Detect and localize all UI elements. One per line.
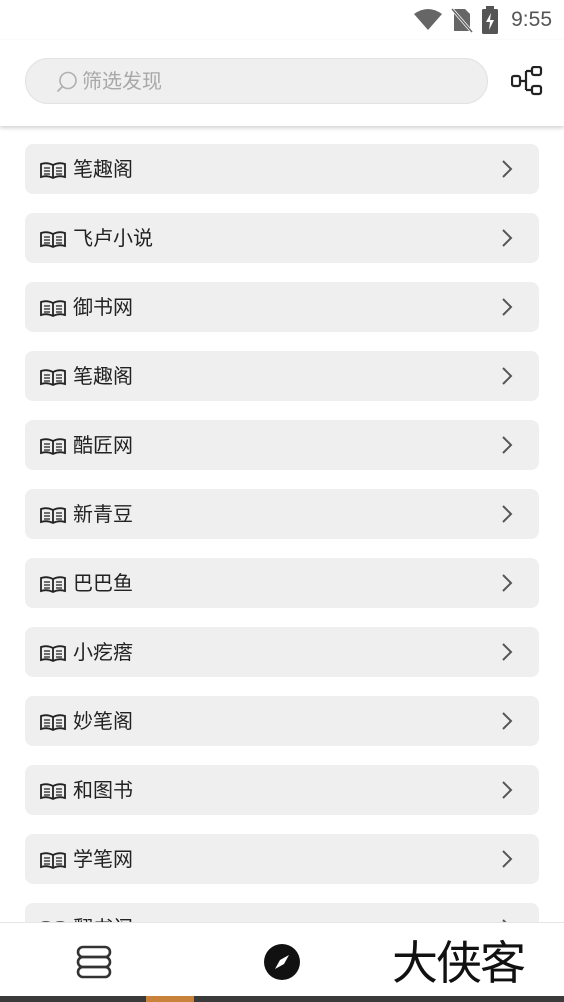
bookshelf-icon (74, 945, 114, 987)
list-item-label: 小疙瘩 (73, 640, 133, 664)
book-icon (40, 782, 66, 804)
list-item[interactable]: 新青豆 (25, 489, 539, 539)
chevron-right-icon (501, 643, 513, 665)
tree-structure-icon (510, 65, 543, 100)
tree-structure-button[interactable] (508, 64, 546, 102)
active-indicator (146, 996, 194, 1002)
list-item[interactable]: 酷匠网 (25, 420, 539, 470)
list-item-label: 妙笔阁 (73, 709, 133, 733)
list-item-label: 学笔网 (73, 847, 133, 871)
wifi-icon (413, 9, 443, 31)
chevron-right-icon (501, 160, 513, 182)
list-item[interactable]: 飞卢小说 (25, 213, 539, 263)
list-item[interactable]: 御书网 (25, 282, 539, 332)
nav-explore-button[interactable] (262, 942, 302, 982)
list-item-label: 和图书 (73, 778, 133, 802)
book-icon (40, 368, 66, 390)
book-icon (40, 437, 66, 459)
list-item-label: 翻书阁 (73, 914, 133, 922)
list-item[interactable]: 巴巴鱼 (25, 558, 539, 608)
list-item-label: 笔趣阁 (73, 157, 133, 181)
chevron-right-icon (501, 298, 513, 320)
screen: 9:55 笔趣阁 (0, 0, 564, 1002)
system-bottom-bar (0, 996, 564, 1002)
search-input[interactable] (82, 69, 462, 93)
book-icon (40, 299, 66, 321)
book-icon (40, 161, 66, 183)
chevron-right-icon (501, 367, 513, 389)
list-item-label: 酷匠网 (73, 433, 133, 457)
list-item[interactable]: 笔趣阁 (25, 351, 539, 401)
chevron-right-icon (501, 574, 513, 596)
status-bar: 9:55 (0, 0, 564, 40)
book-icon (40, 575, 66, 597)
chevron-right-icon (501, 505, 513, 527)
header (0, 40, 564, 126)
list-item-label: 飞卢小说 (73, 226, 153, 250)
compass-icon (262, 944, 302, 986)
book-icon (40, 851, 66, 873)
list-item-label: 笔趣阁 (73, 364, 133, 388)
watermark-logo: 大侠客 (392, 936, 526, 990)
chevron-right-icon (501, 850, 513, 872)
chevron-right-icon (501, 436, 513, 458)
book-icon (40, 230, 66, 252)
list-item-label: 巴巴鱼 (73, 571, 133, 595)
search-icon (56, 71, 78, 97)
book-icon (40, 644, 66, 666)
nav-bookshelf-button[interactable] (74, 943, 114, 983)
clock: 9:55 (511, 8, 552, 31)
no-sim-icon (451, 7, 474, 33)
list-item-label: 新青豆 (73, 502, 133, 526)
chevron-right-icon (501, 229, 513, 251)
source-list[interactable]: 笔趣阁 飞卢小说 御书网 笔趣阁 酷匠网 新青豆 巴巴鱼 小疙瘩 妙笔阁 和图书… (0, 126, 564, 922)
list-item[interactable]: 小疙瘩 (25, 627, 539, 677)
chevron-right-icon (501, 712, 513, 734)
chevron-right-icon (501, 781, 513, 803)
book-icon (40, 713, 66, 735)
list-item[interactable]: 翻书阁 (25, 903, 539, 922)
list-item[interactable]: 学笔网 (25, 834, 539, 884)
book-icon (40, 506, 66, 528)
search-bar[interactable] (25, 58, 488, 104)
list-item[interactable]: 妙笔阁 (25, 696, 539, 746)
list-item[interactable]: 和图书 (25, 765, 539, 815)
bottom-nav: 大侠客 (0, 922, 564, 996)
battery-charging-icon (481, 6, 499, 34)
list-item-label: 御书网 (73, 295, 133, 319)
list-item[interactable]: 笔趣阁 (25, 144, 539, 194)
